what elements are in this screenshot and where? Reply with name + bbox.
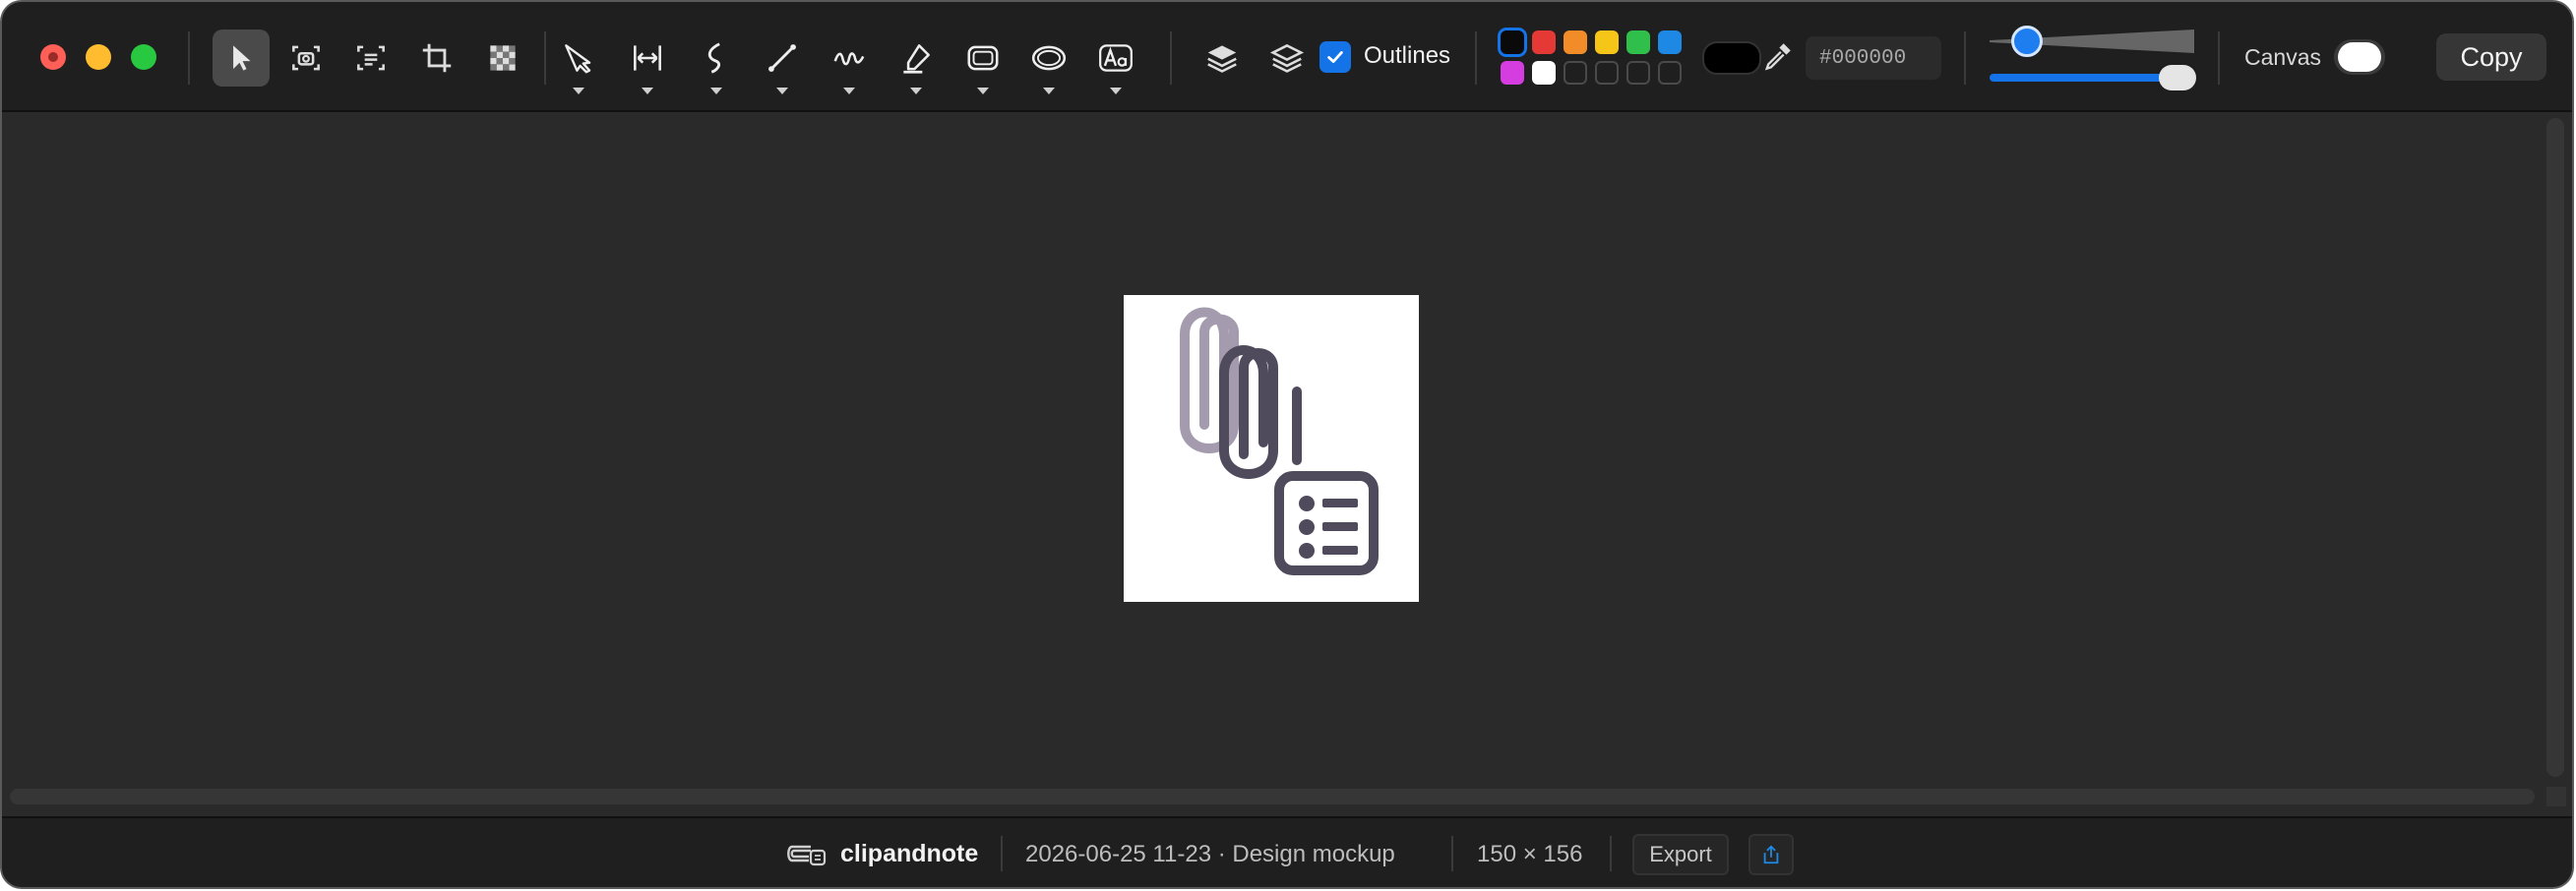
color-swatch-black[interactable] xyxy=(1501,30,1524,54)
color-swatch-magenta[interactable] xyxy=(1501,61,1524,85)
divider xyxy=(544,31,546,85)
pixelate-tool-button[interactable] xyxy=(474,30,531,87)
color-swatch-empty[interactable] xyxy=(1626,61,1650,85)
stroke-width-slider-knob[interactable] xyxy=(2011,26,2043,57)
crop-icon xyxy=(422,43,452,73)
curve-tool-button[interactable] xyxy=(688,30,745,94)
app-window: Outlines #000000 Canvas Copy clipandnote… xyxy=(2,2,2572,887)
chevron-down-icon[interactable] xyxy=(710,88,722,94)
squiggle-icon xyxy=(833,52,865,66)
layers-up-icon xyxy=(1207,45,1237,73)
text-scan-icon xyxy=(357,45,385,71)
freehand-tool-button[interactable] xyxy=(821,30,878,94)
minimize-window-button[interactable] xyxy=(86,44,111,70)
ellipse-icon xyxy=(1031,45,1067,71)
divider xyxy=(1475,31,1477,85)
chevron-down-icon[interactable] xyxy=(843,88,855,94)
export-button[interactable]: Export xyxy=(1632,834,1729,875)
text-tool-button[interactable] xyxy=(1087,30,1144,94)
measure-tool-button[interactable] xyxy=(619,30,676,94)
color-swatch-blue[interactable] xyxy=(1658,30,1682,54)
text-recognition-tool-button[interactable] xyxy=(342,30,399,87)
color-swatch-red[interactable] xyxy=(1532,30,1556,54)
copy-button[interactable]: Copy xyxy=(2436,33,2546,81)
pixelate-icon xyxy=(490,45,516,71)
opacity-slider-knob[interactable] xyxy=(2159,65,2196,90)
chevron-down-icon[interactable] xyxy=(1110,88,1122,94)
horizontal-scrollbar[interactable] xyxy=(10,789,2535,804)
divider xyxy=(1170,31,1172,85)
highlighter-icon xyxy=(903,44,930,74)
color-swatch-empty[interactable] xyxy=(1595,61,1619,85)
arrow-icon xyxy=(565,44,591,74)
share-icon xyxy=(1763,845,1779,864)
image-dimensions: 150 × 156 xyxy=(1477,841,1583,867)
outlines-checkbox[interactable] xyxy=(1319,41,1351,73)
crop-tool-button[interactable] xyxy=(408,30,465,87)
checkmark-icon xyxy=(1327,51,1343,63)
chevron-down-icon[interactable] xyxy=(977,88,989,94)
chevron-down-icon[interactable] xyxy=(573,88,584,94)
eyedropper-icon[interactable] xyxy=(1761,39,1795,73)
canvas-label: Canvas xyxy=(2244,44,2321,70)
ellipse-tool-button[interactable] xyxy=(1020,30,1077,94)
curve-arrow-icon xyxy=(707,42,721,74)
vertical-scrollbar[interactable] xyxy=(2546,118,2564,777)
color-swatch-orange[interactable] xyxy=(1564,30,1587,54)
divider xyxy=(2218,31,2220,85)
outlines-label: Outlines xyxy=(1364,42,1451,69)
color-swatch-empty[interactable] xyxy=(1564,61,1587,85)
line-tool-button[interactable] xyxy=(754,30,811,94)
highlighter-tool-button[interactable] xyxy=(888,30,945,94)
close-window-button[interactable] xyxy=(40,44,66,70)
app-name: clipandnote xyxy=(840,840,979,867)
line-icon xyxy=(768,44,796,72)
cursor-arrow-icon xyxy=(233,45,251,71)
divider xyxy=(188,31,190,85)
divider xyxy=(1964,31,1966,85)
arrow-tool-button[interactable] xyxy=(550,30,607,94)
toolbar: Outlines #000000 Canvas Copy xyxy=(2,2,2572,112)
scroll-corner xyxy=(2546,787,2566,806)
send-backward-button[interactable] xyxy=(1258,30,1316,87)
rectangle-tool-button[interactable] xyxy=(954,30,1012,94)
color-swatch-white[interactable] xyxy=(1532,61,1556,85)
current-color-well[interactable] xyxy=(1702,41,1761,75)
canvas-area[interactable] xyxy=(2,112,2572,816)
capture-tool-button[interactable] xyxy=(277,30,335,87)
screenshot-image[interactable] xyxy=(1124,295,1419,602)
status-bar: clipandnote 2026-06-25 11-23 · Design mo… xyxy=(2,816,2572,887)
chevron-down-icon[interactable] xyxy=(642,88,653,94)
share-button[interactable] xyxy=(1748,834,1794,875)
select-tool-button[interactable] xyxy=(213,30,270,87)
color-swatch-yellow[interactable] xyxy=(1595,30,1619,54)
text-aa-icon xyxy=(1099,44,1133,72)
layers-down-icon xyxy=(1269,43,1305,73)
divider xyxy=(1610,836,1612,871)
canvas-toggle[interactable] xyxy=(2334,39,2385,75)
divider xyxy=(1001,836,1003,871)
camera-icon xyxy=(292,45,320,71)
zoom-window-button[interactable] xyxy=(131,44,156,70)
color-swatch-empty[interactable] xyxy=(1658,61,1682,85)
chevron-down-icon[interactable] xyxy=(776,88,788,94)
hex-color-field[interactable]: #000000 xyxy=(1806,36,1941,80)
color-swatch-green[interactable] xyxy=(1626,30,1650,54)
divider xyxy=(1451,836,1453,871)
chevron-down-icon[interactable] xyxy=(1043,88,1055,94)
document-title[interactable]: 2026-06-25 11-23 · Design mockup xyxy=(1025,841,1395,868)
bring-forward-button[interactable] xyxy=(1194,30,1251,87)
paperclip-note-illustration xyxy=(1180,307,1379,575)
rounded-rectangle-icon xyxy=(967,45,999,71)
measure-icon xyxy=(634,45,661,71)
chevron-down-icon[interactable] xyxy=(910,88,922,94)
app-logo-icon xyxy=(787,845,827,866)
